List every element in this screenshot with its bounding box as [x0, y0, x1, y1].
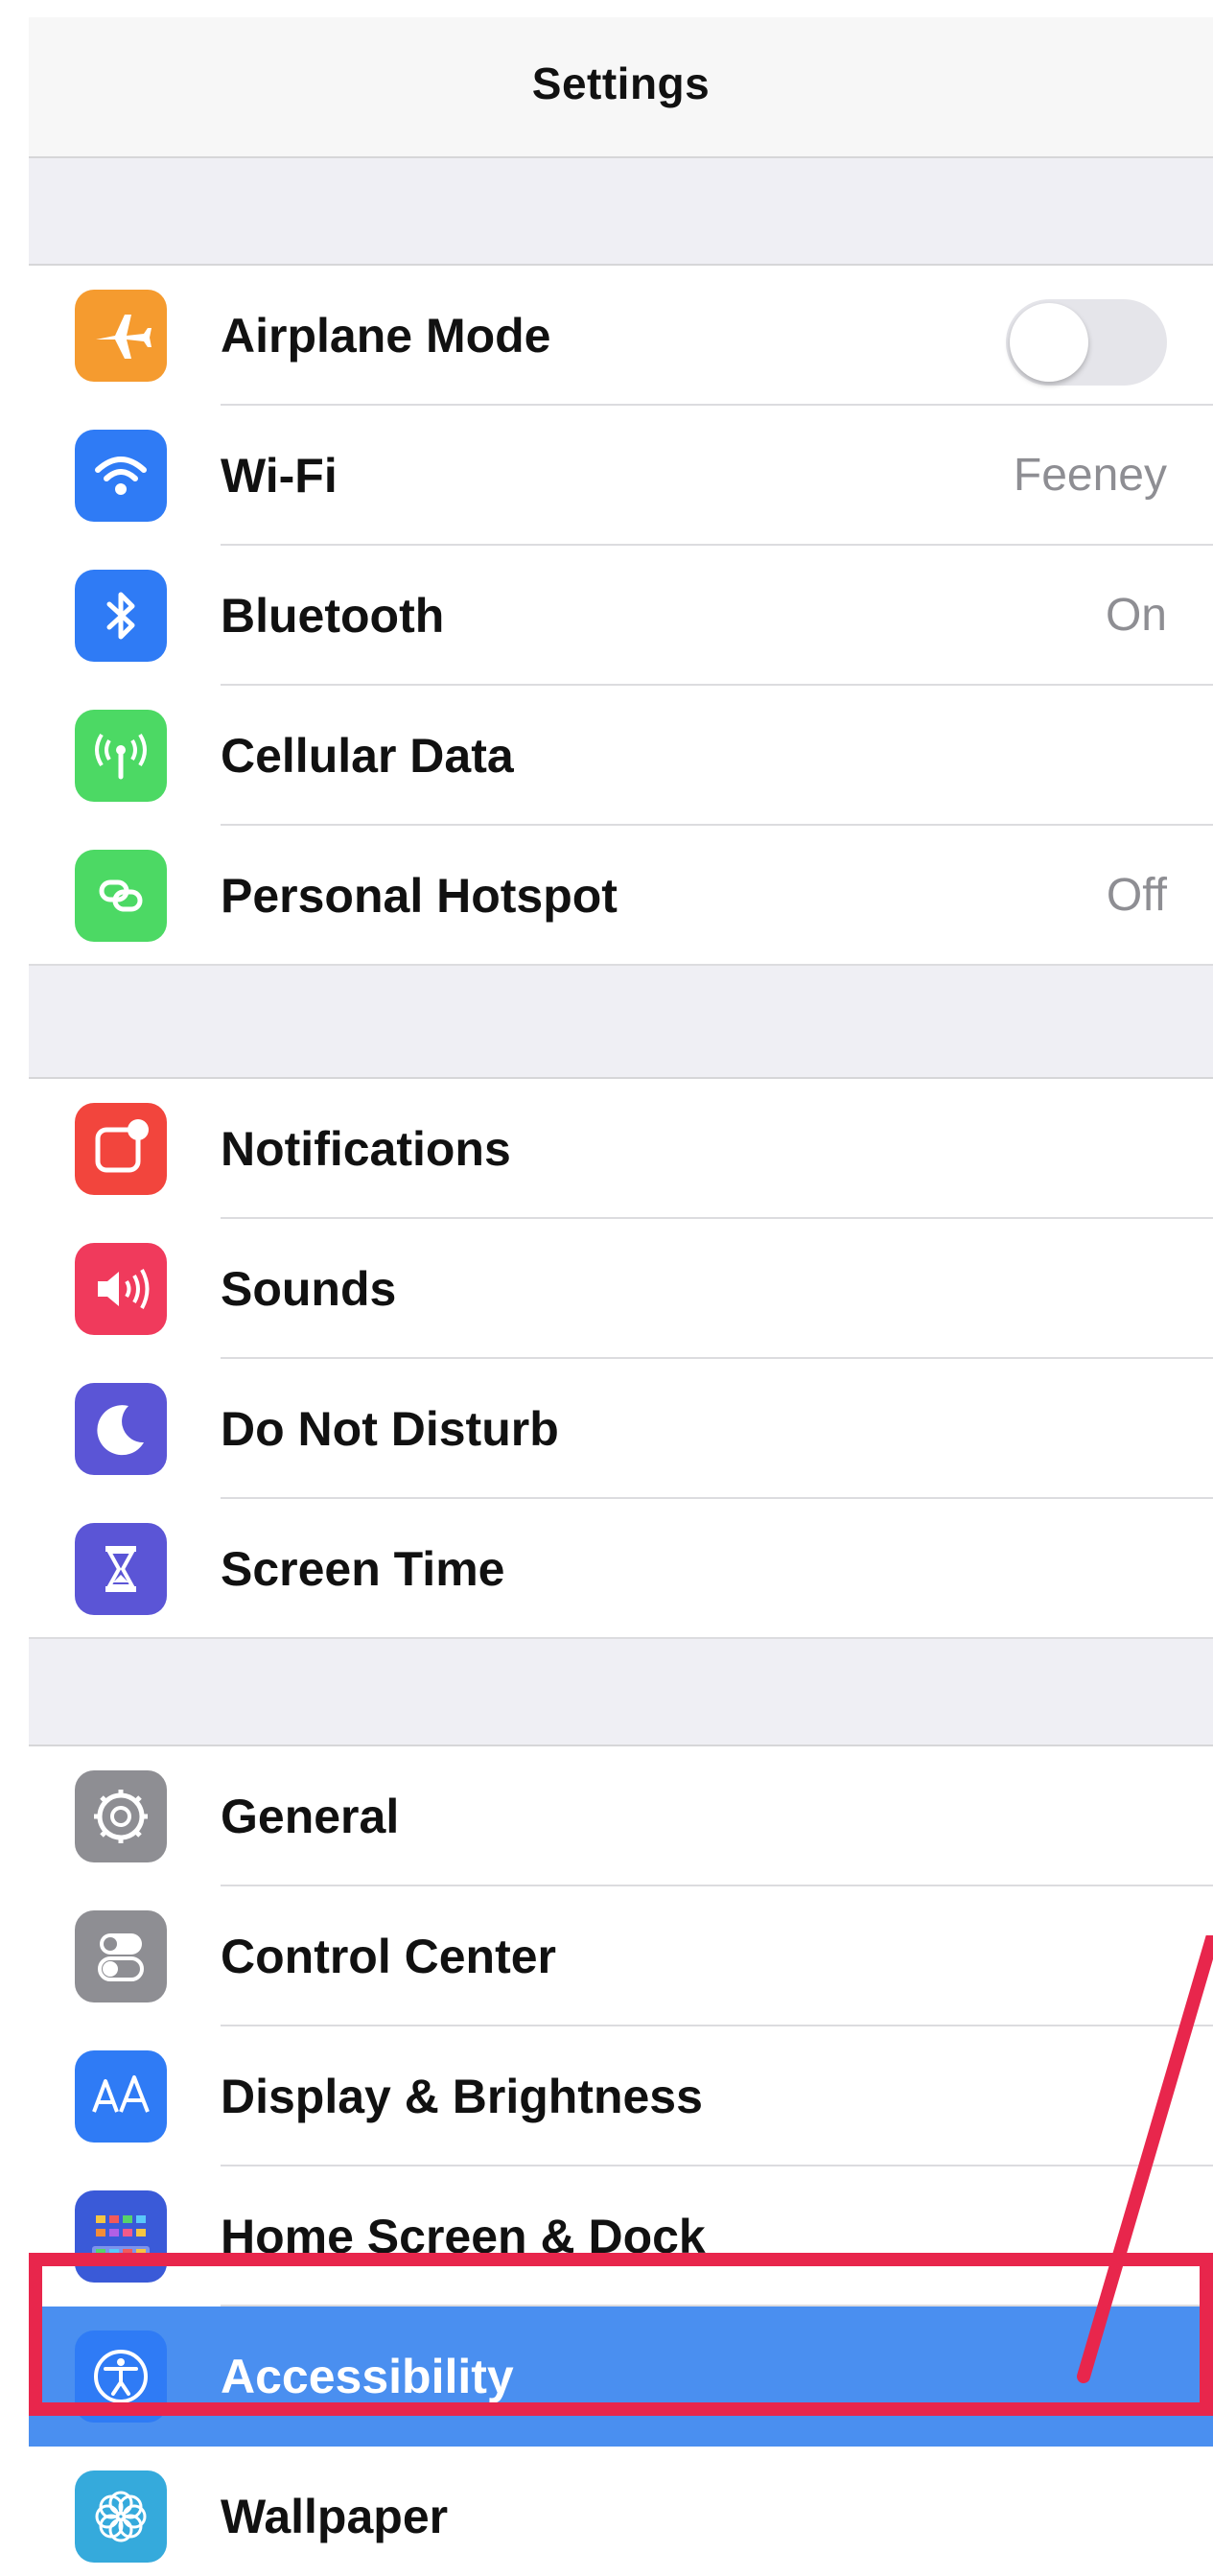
speaker-icon: [75, 1243, 167, 1335]
gear-icon: [75, 1770, 167, 1862]
settings-row-wallpaper[interactable]: Wallpaper: [29, 2447, 1213, 2576]
row-label: Control Center: [221, 1930, 556, 1983]
settings-row-accessibility[interactable]: Accessibility: [29, 2307, 1213, 2447]
settings-row-general[interactable]: General: [29, 1746, 1213, 1886]
settings-row-cellular-data[interactable]: Cellular Data: [29, 686, 1213, 826]
settings-row-bluetooth[interactable]: Bluetooth On: [29, 546, 1213, 686]
section-gap: [29, 158, 1213, 266]
section-gap: [29, 1639, 1213, 1746]
settings-screenshot: Settings Airplane Mode Wi-Fi Feeney Blue…: [0, 0, 1213, 2576]
row-label: Notifications: [221, 1122, 511, 1176]
airplane-mode-toggle[interactable]: [1006, 299, 1167, 386]
row-label: Screen Time: [221, 1542, 505, 1596]
settings-row-do-not-disturb[interactable]: Do Not Disturb: [29, 1359, 1213, 1499]
moon-icon: [75, 1383, 167, 1475]
text-size-icon: [75, 2050, 167, 2143]
row-label: Wallpaper: [221, 2490, 449, 2543]
row-label: Sounds: [221, 1262, 397, 1316]
settings-row-screen-time[interactable]: Screen Time: [29, 1499, 1213, 1639]
hotspot-icon: [75, 850, 167, 942]
settings-row-display-brightness[interactable]: Display & Brightness: [29, 2026, 1213, 2166]
toggle-knob: [1010, 303, 1088, 382]
wifi-icon: [75, 430, 167, 522]
row-label: Home Screen & Dock: [221, 2210, 706, 2263]
bluetooth-icon: [75, 570, 167, 662]
settings-row-personal-hotspot[interactable]: Personal Hotspot Off: [29, 826, 1213, 966]
row-value: Off: [1106, 870, 1167, 921]
row-label: Wi-Fi: [221, 449, 338, 503]
row-label: Accessibility: [221, 2350, 514, 2403]
toggles-icon: [75, 1910, 167, 2002]
row-label: Bluetooth: [221, 589, 445, 643]
flower-icon: [75, 2471, 167, 2563]
settings-panel: Settings Airplane Mode Wi-Fi Feeney Blue…: [29, 17, 1213, 2576]
row-label: Airplane Mode: [221, 309, 551, 363]
settings-row-wifi[interactable]: Wi-Fi Feeney: [29, 406, 1213, 546]
row-label: Do Not Disturb: [221, 1402, 559, 1456]
accessibility-icon: [75, 2330, 167, 2423]
row-label: Cellular Data: [221, 729, 514, 783]
settings-row-sounds[interactable]: Sounds: [29, 1219, 1213, 1359]
settings-row-control-center[interactable]: Control Center: [29, 1886, 1213, 2026]
settings-row-airplane-mode[interactable]: Airplane Mode: [29, 266, 1213, 406]
row-label: Display & Brightness: [221, 2070, 703, 2123]
row-label: Personal Hotspot: [221, 869, 618, 923]
row-value: On: [1105, 590, 1167, 641]
app-grid-icon: [75, 2190, 167, 2283]
page-title: Settings: [531, 58, 711, 108]
hourglass-icon: [75, 1523, 167, 1615]
navigation-bar: Settings: [29, 17, 1213, 158]
antenna-icon: [75, 710, 167, 802]
row-value: Feeney: [1013, 450, 1167, 501]
airplane-icon: [75, 290, 167, 382]
row-label: General: [221, 1790, 400, 1843]
settings-row-home-screen-dock[interactable]: Home Screen & Dock: [29, 2166, 1213, 2307]
section-gap: [29, 966, 1213, 1079]
settings-row-notifications[interactable]: Notifications: [29, 1079, 1213, 1219]
notifications-icon: [75, 1103, 167, 1195]
